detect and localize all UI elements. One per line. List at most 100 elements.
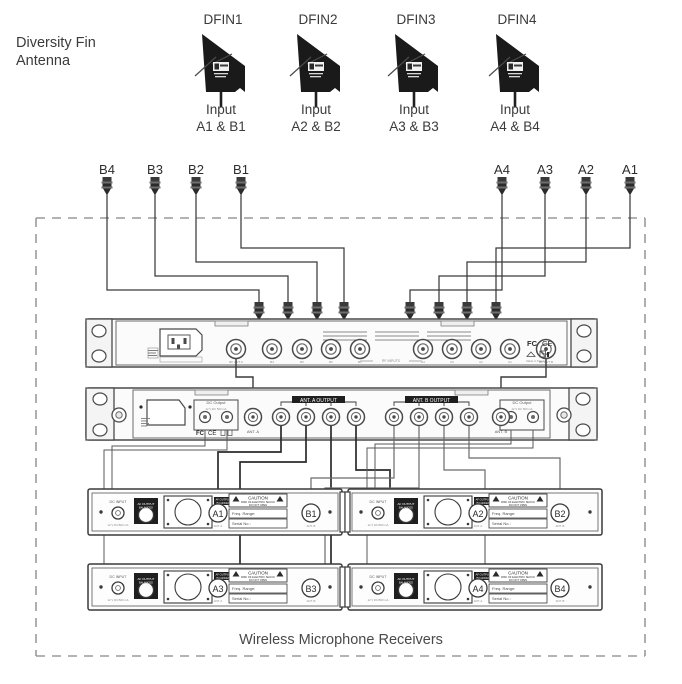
receiver-ant-a-label: A1 [212,509,223,519]
af-output-jack[interactable]: AF OUTPUT BALANCED [134,498,158,524]
unit-antenna-distribution[interactable]: RF OUT A B4 B3 B2 B1 A4 A3 A2 A1 RF OUT B RF… [85,318,598,368]
svg-text:BALANCED: BALANCED [139,506,153,510]
svg-text:DC INPUT: DC INPUT [370,500,388,504]
antenna-label-dfin1: DFIN1 [203,12,243,27]
bnc-connector-a2 [580,177,592,194]
antenna-input-label-2: Input A2 & B2 [273,102,359,136]
unit-antenna-splitter[interactable]: DC Output 12 V DC 500 mA DC Output 12 V … [85,387,598,441]
bnc-jack-a4[interactable] [412,338,434,360]
rf-module-panel [423,570,473,604]
svg-text:DC INPUT: DC INPUT [110,575,128,579]
dc-input-jack[interactable] [371,506,385,520]
svg-text:BALANCED: BALANCED [139,581,153,585]
dc-input-jack[interactable] [111,506,125,520]
bnc-connector-a3 [539,177,551,194]
receiver-top-right[interactable]: DC INPUT 12 V DC/500 mA AF OUTPUT BALANC… [347,488,603,536]
svg-text:FC: FC [196,431,205,437]
bnc-jack-ant-a[interactable]: A4 [468,578,488,598]
rf-module-panel [423,495,473,529]
bnc-jack-b4[interactable] [261,338,283,360]
svg-text:Freq. Range:: Freq. Range: [492,511,515,516]
svg-text:ANT. B: ANT. B [307,599,316,603]
svg-text:B1: B1 [358,360,362,364]
svg-text:AF OUTPUT: AF OUTPUT [398,502,415,506]
svg-text:DO NOT OPEN: DO NOT OPEN [249,578,267,582]
bnc-jack-b3[interactable] [291,338,313,360]
dc-input-jack[interactable] [371,581,385,595]
input-channels: A1 & B1 [196,118,246,134]
svg-text:ANT. A: ANT. A [474,599,483,603]
bnc-jack-ant-b-input[interactable] [491,407,511,427]
input-word: Input [205,102,237,117]
svg-text:CE: CE [208,431,216,437]
bnc-jack-ant-b[interactable]: B2 [550,503,570,523]
bnc-jack-ant-b[interactable]: B1 [301,503,321,523]
input-channels: A2 & B2 [291,118,341,134]
svg-text:BALANCED: BALANCED [399,506,413,510]
svg-text:12 V DC 500 mA: 12 V DC 500 mA [512,407,533,411]
receiver-top-left[interactable]: DC INPUT 12 V DC/500 mA AF OUTPUT BALANC… [87,488,343,536]
connector-label-b4: B4 [99,162,115,177]
antenna-dfin2 [289,34,340,107]
receiver-ant-b-label: B2 [554,509,565,519]
bnc-jack-b2[interactable] [320,338,342,360]
receiver-ant-a-label: A4 [472,584,483,594]
svg-text:A2: A2 [479,360,483,364]
connector-label-a3: A3 [537,162,553,177]
rf-module-panel [163,495,213,529]
rf-module-panel [163,570,213,604]
svg-text:12 V DC/500 mA: 12 V DC/500 mA [108,598,129,602]
svg-text:ANT. B OUTPUT: ANT. B OUTPUT [413,398,451,404]
bnc-connector-b2 [190,177,202,194]
af-output-jack[interactable]: AF OUTPUT BALANCED [134,573,158,599]
receiver-ant-a-label: A3 [212,584,223,594]
svg-text:ANT. A OUTPUT: ANT. A OUTPUT [300,398,337,404]
bnc-connector-b3 [149,177,161,194]
svg-text:ANT. B: ANT. B [307,524,316,528]
svg-text:ANT. A: ANT. A [247,429,260,434]
antenna-input-label-1: Input A1 & B1 [178,102,264,136]
connector-label-a4: A4 [494,162,510,177]
connector-label-a1: A1 [622,162,638,177]
antenna-dfin3 [387,34,438,107]
bnc-jack-ant-b[interactable]: B3 [301,578,321,598]
bnc-jack-ant-a-input[interactable] [243,407,263,427]
bnc-plugs-unit1 [253,302,502,319]
antenna-dfin1 [194,34,245,107]
receiver-ant-b-label: B4 [554,584,565,594]
caution-label: CAUTION RISK OF ELECTRIC SHOCK DO NOT OP… [228,493,288,508]
svg-text:Serial No.:: Serial No.: [232,521,251,526]
bnc-jack-ant-a[interactable]: A3 [208,578,228,598]
svg-text:ANT. B: ANT. B [495,429,508,434]
rack-joint-bars [339,491,351,608]
svg-text:CAUTION: CAUTION [248,496,268,501]
bnc-jack-b1[interactable] [349,338,371,360]
connector-label-b2: B2 [188,162,204,177]
bnc-jack-a2[interactable] [470,338,492,360]
bnc-jack-ant-a[interactable]: A1 [208,503,228,523]
svg-text:ANT. A: ANT. A [214,599,223,603]
bnc-jack-a3[interactable] [441,338,463,360]
dc-input-jack[interactable] [111,581,125,595]
svg-text:DC Output: DC Output [513,400,533,405]
bnc-jack-ant-b[interactable]: B4 [550,578,570,598]
input-word: Input [499,102,531,117]
svg-text:Serial No.:: Serial No.: [232,596,251,601]
receiver-bottom-left[interactable]: DC INPUT 12 V DC/500 mA AF OUTPUT BALANC… [87,563,343,611]
af-output-jack[interactable]: AF OUTPUT BALANCED [394,498,418,524]
bnc-jack-ant-a[interactable]: A2 [468,503,488,523]
input-word: Input [300,102,332,117]
bnc-jack-rf-out-a[interactable] [225,338,247,360]
receiver-ant-a-label: A2 [472,509,483,519]
receiver-bottom-right[interactable]: DC INPUT 12 V DC/500 mA AF OUTPUT BALANC… [347,563,603,611]
receiver-ant-b-label: B1 [305,509,316,519]
af-output-jack[interactable]: AF OUTPUT BALANCED [394,573,418,599]
svg-text:DC INPUT: DC INPUT [110,500,128,504]
connector-label-b1: B1 [233,162,249,177]
receiver-ant-b-label: B3 [305,584,316,594]
antenna-label-dfin3: DFIN3 [396,12,436,27]
bnc-jack-a1[interactable] [499,338,521,360]
svg-text:AF OUTPUT: AF OUTPUT [398,577,415,581]
iec-power-inlet [159,328,203,357]
antenna-label-dfin4: DFIN4 [497,12,537,27]
